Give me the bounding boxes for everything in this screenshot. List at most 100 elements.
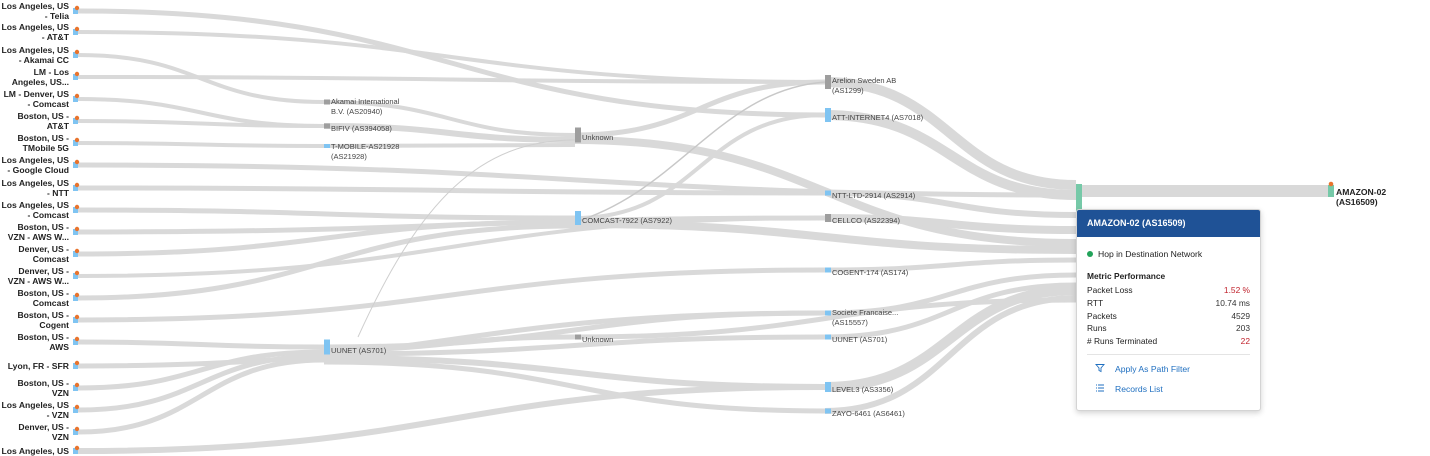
node-zayo[interactable] (825, 408, 831, 414)
warning-icon (74, 93, 80, 99)
flow-link[interactable] (77, 384, 826, 454)
warning-icon (74, 115, 80, 121)
node-label-akamai: Akamai International (331, 97, 400, 106)
source-label-s14[interactable]: Boston, US - Cogent (0, 310, 69, 330)
flow-link[interactable] (77, 339, 325, 350)
node-uunet2[interactable] (825, 334, 831, 340)
apply-path-filter-button[interactable]: Apply As Path Filter (1095, 363, 1250, 375)
flow-link[interactable] (77, 8, 826, 118)
warning-icon (74, 49, 80, 55)
warning-icon (74, 137, 80, 143)
source-label-s5[interactable]: Boston, US - AT&T (0, 111, 69, 131)
metric-row: # Runs Terminated 22 (1087, 335, 1250, 348)
node-label-att: ATT-INTERNET4 (AS7018) (832, 113, 924, 122)
node-level3[interactable] (825, 382, 831, 392)
metric-name: # Runs Terminated (1087, 336, 1158, 347)
node-unknown1[interactable] (575, 127, 581, 143)
divider (1087, 353, 1250, 355)
metric-name: Packet Loss (1087, 285, 1133, 295)
source-label-s15[interactable]: Boston, US - AWS (0, 332, 69, 352)
metric-row: RTT 10.74 ms (1087, 297, 1250, 310)
node-comcast[interactable] (575, 211, 581, 225)
node-label-level3: LEVEL3 (AS3356) (832, 385, 894, 394)
node-label-sfr: (AS15557) (832, 318, 868, 327)
status-dot-icon (1087, 251, 1093, 257)
node-sfr[interactable] (825, 310, 831, 316)
metrics-title: Metric Performance (1087, 271, 1166, 281)
node-akamai[interactable] (324, 99, 330, 105)
source-label-s11[interactable]: Denver, US - Comcast (0, 244, 69, 264)
node-label-tmobile: (AS21928) (331, 152, 367, 161)
warning-icon (1328, 181, 1334, 187)
flow-link[interactable] (77, 207, 576, 221)
source-label-s2[interactable]: Los Angeles, US - Akamai CC (0, 45, 70, 65)
warning-icon (74, 71, 80, 77)
hop-type-row: Hop in Destination Network (1087, 249, 1250, 259)
node-label-tmobile: T-MOBILE-AS21928 (331, 142, 399, 151)
node-label-uunet1: UUNET (AS701) (331, 346, 387, 355)
hop-details-popup: AMAZON-02 (AS16509) Hop in Destination N… (1076, 209, 1261, 411)
warning-icon (74, 204, 80, 210)
warning-icon (74, 5, 80, 11)
node-label-sfr: Societe Francaise... (832, 308, 898, 317)
records-list-button[interactable]: Records List (1095, 383, 1250, 395)
metrics-list: Packet Loss 1.52 % RTT 10.74 ms Packets 4529 R… (1077, 284, 1260, 348)
metric-name: Runs (1087, 323, 1107, 334)
node-arelion[interactable] (825, 75, 831, 89)
node-label-cogent: COGENT-174 (AS174) (832, 268, 909, 277)
node-final-destination[interactable] (1328, 185, 1334, 197)
source-label-s13[interactable]: Boston, US - Comcast (0, 288, 69, 308)
source-label-s10[interactable]: Boston, US - VZN - AWS W... (0, 222, 69, 242)
source-label-s19[interactable]: Denver, US - VZN (0, 422, 69, 442)
warning-icon (74, 445, 80, 451)
source-label-s4[interactable]: LM - Denver, US - Comcast (0, 89, 69, 109)
warning-icon (74, 226, 80, 232)
warning-icon (74, 26, 80, 32)
warning-icon (74, 382, 80, 388)
metric-value: 203 (1236, 323, 1250, 334)
source-label-s1[interactable]: Los Angeles, US - AT&T (0, 22, 70, 42)
flow-link[interactable] (574, 113, 826, 220)
source-label-s9[interactable]: Los Angeles, US - Comcast (0, 200, 70, 220)
node-label-cello: CELLCO (AS22394) (832, 216, 900, 225)
node-att[interactable] (825, 108, 831, 122)
warning-icon (74, 159, 80, 165)
node-uunet1[interactable] (324, 339, 330, 355)
node-cogent[interactable] (825, 267, 831, 273)
metric-name: Packets (1087, 310, 1117, 321)
warning-icon (74, 248, 80, 254)
node-cello[interactable] (825, 214, 831, 222)
flow-link[interactable] (824, 77, 1077, 190)
source-label-s17[interactable]: Boston, US - VZN (0, 378, 69, 398)
warning-icon (74, 292, 80, 298)
node-label-bifiv: BIFIV (AS394058) (331, 124, 392, 133)
warning-icon (74, 182, 80, 188)
warning-icon (74, 360, 80, 366)
warning-icon (74, 426, 80, 432)
source-label-s6[interactable]: Boston, US - TMobile 5G (0, 133, 69, 153)
node-bifiv[interactable] (324, 123, 330, 129)
node-ntt[interactable] (825, 190, 831, 196)
source-label-s3[interactable]: LM - Los Angeles, US... (0, 67, 69, 87)
source-label-s16[interactable]: Lyon, FR - SFR (0, 361, 69, 371)
source-label-s0[interactable]: Los Angeles, US - Telia (0, 1, 70, 21)
warning-icon (74, 270, 80, 276)
hop-type-label: Hop in Destination Network (1098, 249, 1203, 259)
node-unknown2[interactable] (575, 334, 581, 340)
metric-value: 1.52 % (1223, 285, 1250, 295)
node-label-arelion: (AS1299) (832, 86, 864, 95)
destination-label[interactable]: AMAZON-02 (AS16509) (1336, 187, 1430, 207)
metric-name: RTT (1087, 297, 1104, 308)
source-label-s18[interactable]: Los Angeles, US - VZN (0, 400, 70, 420)
source-label-s8[interactable]: Los Angeles, US - NTT (0, 178, 70, 198)
flow-link[interactable] (77, 141, 325, 148)
node-label-ntt: NTT-LTD-2914 (AS2914) (832, 191, 916, 200)
metric-row: Runs 203 (1087, 322, 1250, 335)
warning-icon (74, 314, 80, 320)
source-label-s7[interactable]: Los Angeles, US - Google Cloud (0, 155, 70, 175)
source-label-s12[interactable]: Denver, US - VZN - AWS W... (0, 266, 69, 286)
source-label-s20[interactable]: Los Angeles, US (0, 446, 70, 456)
records-list-label: Records List (1115, 383, 1163, 394)
metric-row: Packets 4529 (1087, 310, 1250, 323)
node-tmobile[interactable] (324, 144, 330, 148)
